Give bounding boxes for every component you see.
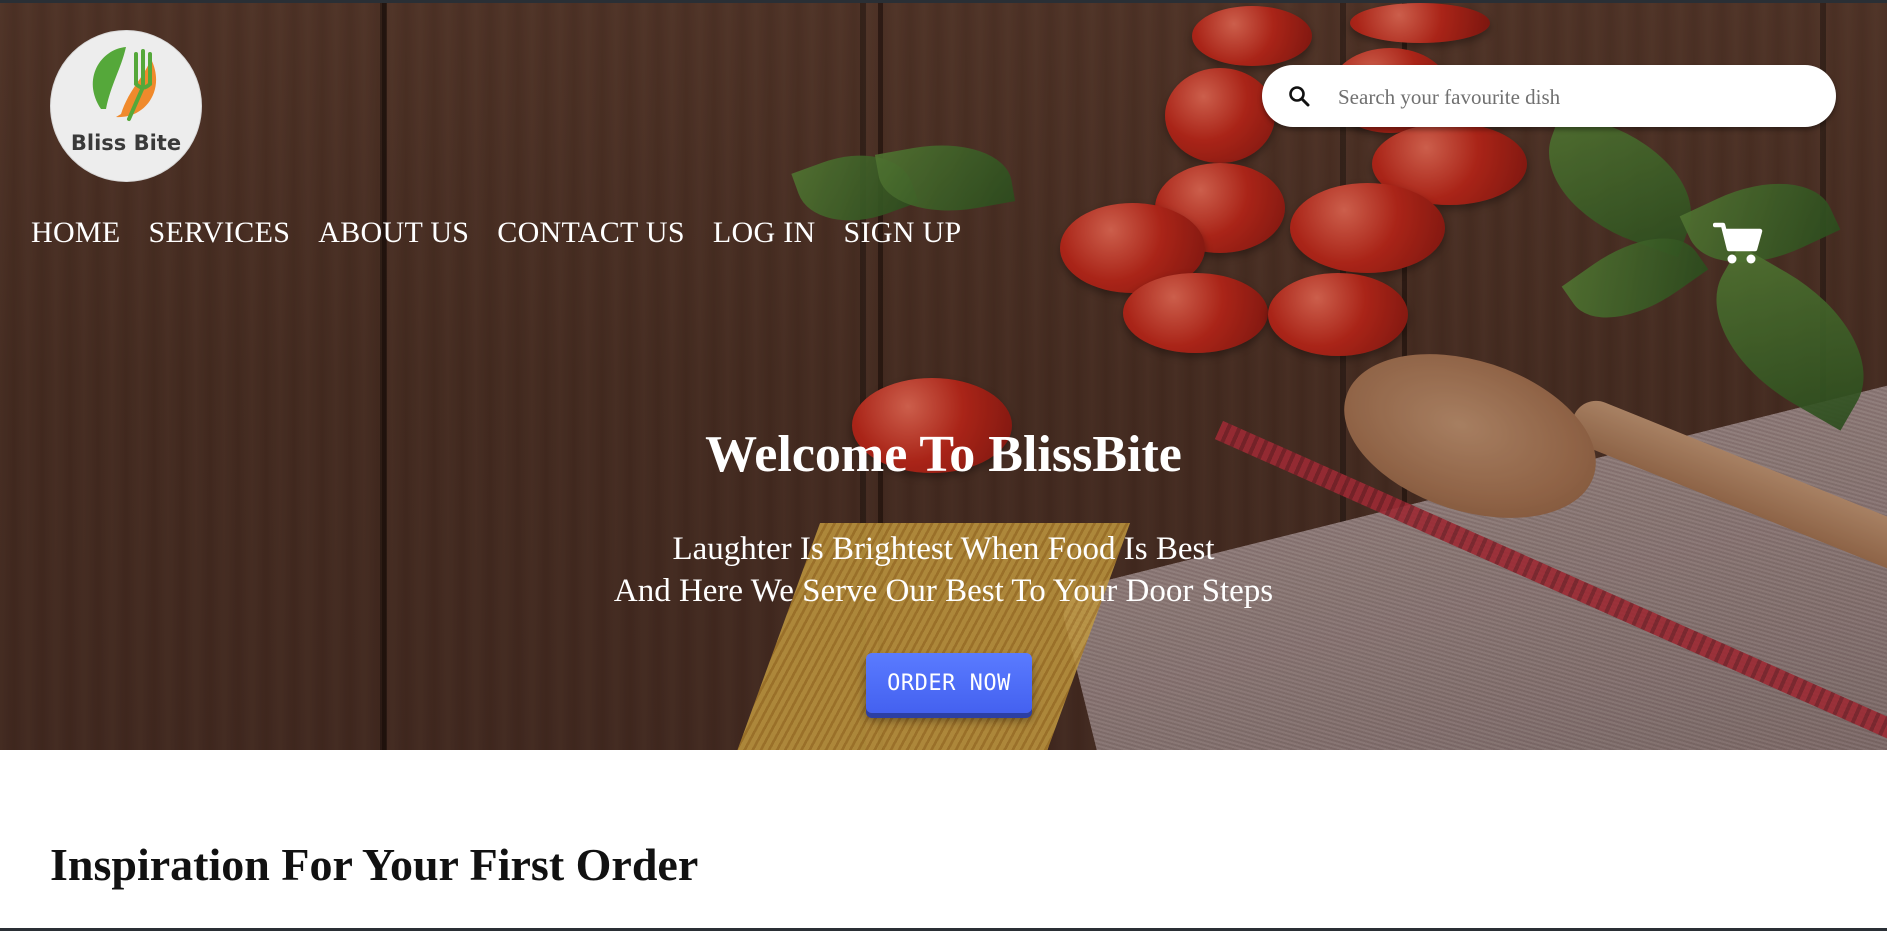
nav-about-us[interactable]: ABOUT US [318, 216, 469, 250]
nav-services[interactable]: SERVICES [149, 216, 291, 250]
nav-sign-up[interactable]: SIGN UP [843, 216, 961, 250]
hero-subtitle-line2: And Here We Serve Our Best To Your Door … [613, 573, 1274, 609]
hero-banner: Bliss Bite HOME SERVICES ABOUT US CONTAC… [0, 3, 1887, 750]
shopping-cart-icon[interactable] [1712, 221, 1763, 272]
hero-title: Welcome To BlissBite [705, 426, 1182, 483]
search-bar [1262, 65, 1836, 127]
hero-subtitle-line1: Laughter Is Brightest When Food Is Best [672, 531, 1215, 567]
nav-home[interactable]: HOME [31, 216, 121, 250]
section-title: Inspiration For Your First Order [50, 839, 699, 890]
nav-contact-us[interactable]: CONTACT US [497, 216, 685, 250]
leaf-fork-icon [92, 47, 157, 121]
nav-log-in[interactable]: LOG IN [713, 216, 816, 250]
brand-logo[interactable]: Bliss Bite [50, 30, 202, 182]
search-input[interactable] [1336, 77, 1810, 117]
order-now-button[interactable]: ORDER NOW [866, 653, 1032, 713]
search-icon[interactable] [1288, 85, 1310, 112]
main-nav: HOME SERVICES ABOUT US CONTACT US LOG IN… [31, 216, 989, 250]
brand-logo-text: Bliss Bite [70, 131, 182, 155]
